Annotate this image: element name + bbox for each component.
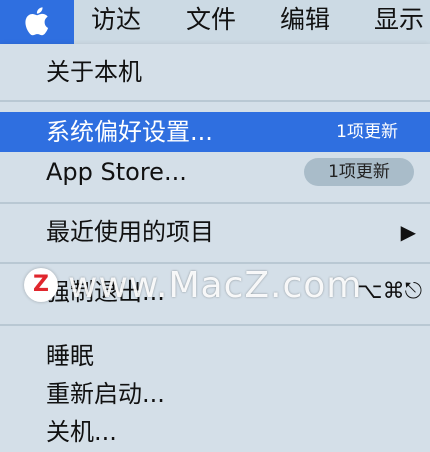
watermark-text: www.MacZ.com bbox=[68, 265, 363, 306]
apple-dropdown-menu: 关于本机 系统偏好设置... 1项更新 App Store... 1项更新 最近… bbox=[0, 44, 430, 452]
menu-finder[interactable]: 访达 bbox=[91, 4, 141, 36]
menu-item-about[interactable]: 关于本机 bbox=[0, 52, 430, 92]
menu-item-label: 关机... bbox=[46, 418, 117, 446]
apple-logo-icon bbox=[25, 7, 49, 36]
menu-edit[interactable]: 编辑 bbox=[280, 4, 330, 36]
menu-item-shutdown[interactable]: 关机... bbox=[0, 412, 430, 452]
update-badge: 1项更新 bbox=[304, 158, 414, 186]
submenu-arrow-icon: ▶ bbox=[400, 220, 416, 244]
menu-item-recent-items[interactable]: 最近使用的项目 ▶ bbox=[0, 212, 430, 252]
menu-bar: 访达 文件 编辑 显示 bbox=[0, 0, 430, 44]
menu-item-restart[interactable]: 重新启动... bbox=[0, 374, 430, 414]
menu-item-label: App Store... bbox=[46, 158, 187, 186]
menu-item-system-preferences[interactable]: 系统偏好设置... 1项更新 bbox=[0, 112, 430, 152]
separator bbox=[0, 324, 430, 326]
menu-item-label: 关于本机 bbox=[46, 58, 142, 86]
menu-item-app-store[interactable]: App Store... 1项更新 bbox=[0, 152, 430, 192]
watermark-logo-icon: Z bbox=[24, 268, 58, 302]
menu-view[interactable]: 显示 bbox=[374, 4, 424, 36]
menu-file[interactable]: 文件 bbox=[186, 4, 236, 36]
watermark: Z www.MacZ.com bbox=[24, 262, 369, 312]
menu-item-sleep[interactable]: 睡眠 bbox=[0, 336, 430, 376]
menu-item-label: 重新启动... bbox=[46, 380, 165, 408]
menu-item-label: 系统偏好设置... bbox=[46, 118, 213, 146]
menu-item-label: 睡眠 bbox=[46, 342, 94, 370]
update-badge: 1项更新 bbox=[336, 122, 398, 142]
menu-item-label: 最近使用的项目 bbox=[46, 218, 214, 246]
separator bbox=[0, 202, 430, 204]
separator bbox=[0, 100, 430, 102]
apple-menu-button[interactable] bbox=[0, 0, 74, 44]
